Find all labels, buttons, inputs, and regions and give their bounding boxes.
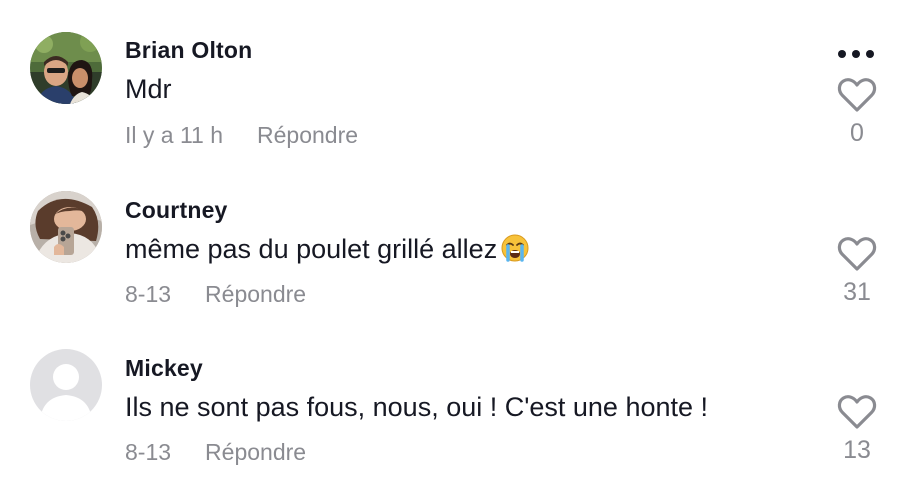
- reply-button[interactable]: Répondre: [205, 281, 306, 307]
- like-button[interactable]: [836, 393, 878, 431]
- comment-time: 8-13: [125, 439, 172, 465]
- reply-button[interactable]: Répondre: [205, 439, 306, 465]
- comment-username[interactable]: Mickey: [125, 357, 203, 380]
- comment-meta: 8-13 Répondre: [125, 441, 306, 464]
- heart-outline-icon: [837, 395, 877, 429]
- crying-face-emoji: [501, 234, 529, 267]
- comment-text: Ils ne sont pas fous, nous, oui ! C'est …: [125, 392, 709, 422]
- default-avatar-icon: [30, 349, 102, 421]
- like-count: 31: [843, 278, 871, 306]
- comment-text-content: même pas du poulet grillé allez: [125, 234, 498, 264]
- comment-text: même pas du poulet grillé allez: [125, 234, 529, 267]
- comment-username[interactable]: Courtney: [125, 199, 228, 222]
- comment-time: 8-13: [125, 281, 172, 307]
- avatar[interactable]: [30, 349, 102, 421]
- comment-meta: 8-13 Répondre: [125, 283, 306, 306]
- comment-item: Mickey Ils ne sont pas fous, nous, oui !…: [0, 0, 902, 464]
- heart-outline-icon: [837, 237, 877, 271]
- avatar[interactable]: [30, 191, 102, 263]
- like-button[interactable]: [836, 235, 878, 273]
- like-count: 13: [843, 436, 871, 464]
